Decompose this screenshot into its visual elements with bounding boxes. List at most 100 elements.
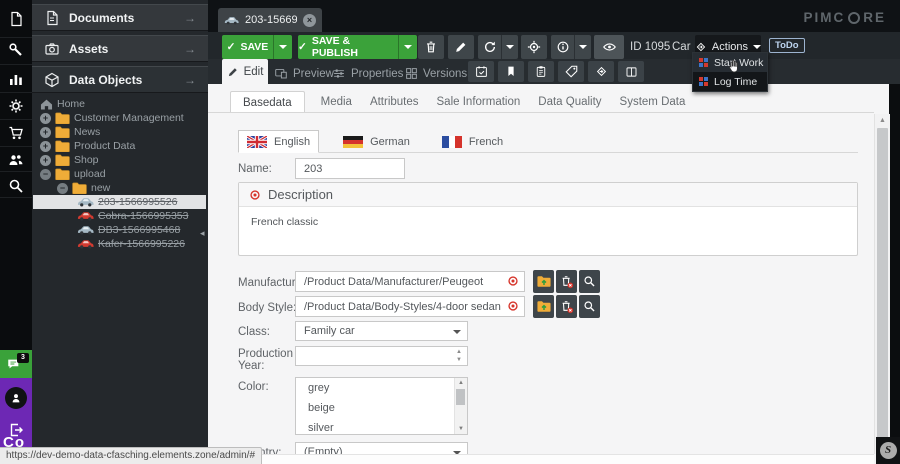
tree-item-home[interactable]: Home <box>33 97 206 111</box>
tree-expand-icon[interactable]: + <box>40 113 51 124</box>
workflow-history-button[interactable] <box>588 61 614 82</box>
edit-content-area: Basedata Media Attributes Sale Informati… <box>208 84 874 464</box>
tab-edit[interactable]: Edit <box>222 59 268 84</box>
option-grey[interactable]: grey <box>296 378 467 398</box>
option-silver[interactable]: silver <box>296 418 467 438</box>
scroll-down-icon[interactable]: ▼ <box>455 426 467 432</box>
cart-icon[interactable] <box>8 125 24 141</box>
tree-expand-icon[interactable]: + <box>40 155 51 166</box>
avatar[interactable] <box>5 387 27 409</box>
users-icon[interactable] <box>8 152 24 168</box>
tree-item-shop[interactable]: + Shop <box>33 153 206 167</box>
open-object-tab[interactable]: 203-1566995526 × <box>218 8 322 32</box>
preview-visibility-button[interactable] <box>594 35 624 59</box>
horizontal-scrollbar-track[interactable] <box>208 454 874 464</box>
tab-versions[interactable]: Versions <box>405 63 467 84</box>
notes-events-button[interactable] <box>528 61 554 82</box>
manufacturer-input[interactable] <box>295 271 525 292</box>
file-icon[interactable] <box>8 11 24 27</box>
panel-header-assets[interactable]: Assets → <box>32 35 208 62</box>
reload-button[interactable] <box>478 35 501 59</box>
car-icon <box>77 197 94 207</box>
manufacturer-open-button[interactable] <box>533 270 554 293</box>
tags-button[interactable] <box>558 61 584 82</box>
body-style-label: Body Style: <box>238 302 296 314</box>
expand-arrow-icon[interactable]: → <box>184 73 196 87</box>
scroll-up-icon[interactable]: ▲ <box>455 380 467 386</box>
tree-expand-icon[interactable]: + <box>40 127 51 138</box>
search-icon[interactable] <box>8 178 24 194</box>
tab-sale-information[interactable]: Sale Information <box>435 91 523 113</box>
view-tabs-bar: Edit Preview Properties Versions <box>208 59 900 84</box>
body-style-remove-button[interactable] <box>556 295 577 318</box>
body-style-input[interactable] <box>295 296 525 317</box>
tab-data-quality[interactable]: Data Quality <box>536 91 603 113</box>
listbox-scrollbar[interactable]: ▲ ▼ <box>454 378 467 434</box>
locate-in-tree-button[interactable] <box>521 35 547 59</box>
expand-arrow-icon[interactable]: → <box>184 42 196 56</box>
tree-collapse-icon[interactable]: − <box>57 183 68 194</box>
reload-options-button[interactable] <box>501 35 518 59</box>
tree-item-news[interactable]: + News <box>33 125 206 139</box>
tree-expand-icon[interactable]: + <box>40 141 51 152</box>
close-icon[interactable]: × <box>303 14 316 27</box>
panel-header-data-objects[interactable]: Data Objects → <box>32 66 208 93</box>
schedule-button[interactable] <box>468 61 494 82</box>
app-logger-button[interactable] <box>618 61 644 82</box>
info-options-button[interactable] <box>574 35 591 59</box>
logo-o-circle <box>848 12 860 24</box>
description-value[interactable]: French classic <box>239 207 857 237</box>
tools-icon[interactable] <box>8 42 24 58</box>
spinner-down-icon[interactable]: ▼ <box>456 357 462 364</box>
tab-attributes[interactable]: Attributes <box>368 91 421 113</box>
manufacturer-remove-button[interactable] <box>556 270 577 293</box>
tab-language-german[interactable]: German <box>335 130 418 153</box>
tree-collapse-icon[interactable]: − <box>40 169 51 180</box>
delete-button[interactable] <box>418 35 444 59</box>
scrollbar-thumb[interactable] <box>456 389 465 405</box>
panel-collapse-icon[interactable]: ◂ <box>200 228 205 239</box>
tab-basedata[interactable]: Basedata <box>230 91 305 113</box>
tree-item-object-kafer[interactable]: Kafer-1566995226 <box>33 237 206 251</box>
content-scrollbar[interactable]: ▲ <box>874 114 890 454</box>
info-button[interactable] <box>551 35 574 59</box>
tab-preview[interactable]: Preview <box>274 63 334 84</box>
tab-language-english[interactable]: English <box>238 130 319 153</box>
save-publish-options-button[interactable] <box>398 35 417 59</box>
tab-media[interactable]: Media <box>319 91 354 113</box>
tree-item-customer-management[interactable]: + Customer Management <box>33 111 206 125</box>
save-button[interactable]: ✓ SAVE <box>222 35 273 59</box>
panel-title-documents: Documents <box>69 11 175 25</box>
name-input[interactable] <box>295 158 405 179</box>
tree-item-object-203[interactable]: 203-1566995526 <box>33 195 206 209</box>
tree-item-upload[interactable]: − upload <box>33 167 206 181</box>
notifications-chat-button[interactable]: 3 <box>0 350 32 378</box>
notification-count-badge: 3 <box>17 353 29 363</box>
tab-language-french[interactable]: French <box>434 130 511 153</box>
expand-arrow-icon[interactable]: → <box>184 11 196 25</box>
option-beige[interactable]: beige <box>296 398 467 418</box>
panel-header-documents[interactable]: Documents → <box>32 4 208 31</box>
color-multiselect[interactable]: grey beige silver ▲ ▼ <box>295 377 468 435</box>
tree-item-object-db3[interactable]: DB3-1566995468 <box>33 223 206 237</box>
rename-button[interactable] <box>448 35 474 59</box>
spinner-up-icon[interactable]: ▲ <box>456 349 462 356</box>
manufacturer-search-button[interactable] <box>579 270 600 293</box>
settings-gear-icon[interactable] <box>8 98 24 114</box>
scrollbar-thumb[interactable] <box>877 128 888 444</box>
bookmark-button[interactable] <box>498 61 524 82</box>
body-style-open-button[interactable] <box>533 295 554 318</box>
tab-system-data[interactable]: System Data <box>618 91 688 113</box>
tree-item-object-cobra[interactable]: Cobra-1566995353 <box>33 209 206 223</box>
body-style-search-button[interactable] <box>579 295 600 318</box>
production-year-spinner[interactable]: ▲ ▼ <box>295 346 468 366</box>
save-options-button[interactable] <box>273 35 292 59</box>
tree-item-product-data[interactable]: + Product Data <box>33 139 206 153</box>
save-publish-button[interactable]: ✓ SAVE & PUBLISH <box>298 35 398 59</box>
panel-title-assets: Assets <box>69 42 175 56</box>
class-select[interactable]: Family car <box>295 321 468 341</box>
scroll-up-icon[interactable]: ▲ <box>875 117 890 124</box>
tab-properties[interactable]: Properties <box>332 63 403 84</box>
reports-icon[interactable] <box>8 71 24 87</box>
tree-item-new[interactable]: − new <box>33 181 206 195</box>
